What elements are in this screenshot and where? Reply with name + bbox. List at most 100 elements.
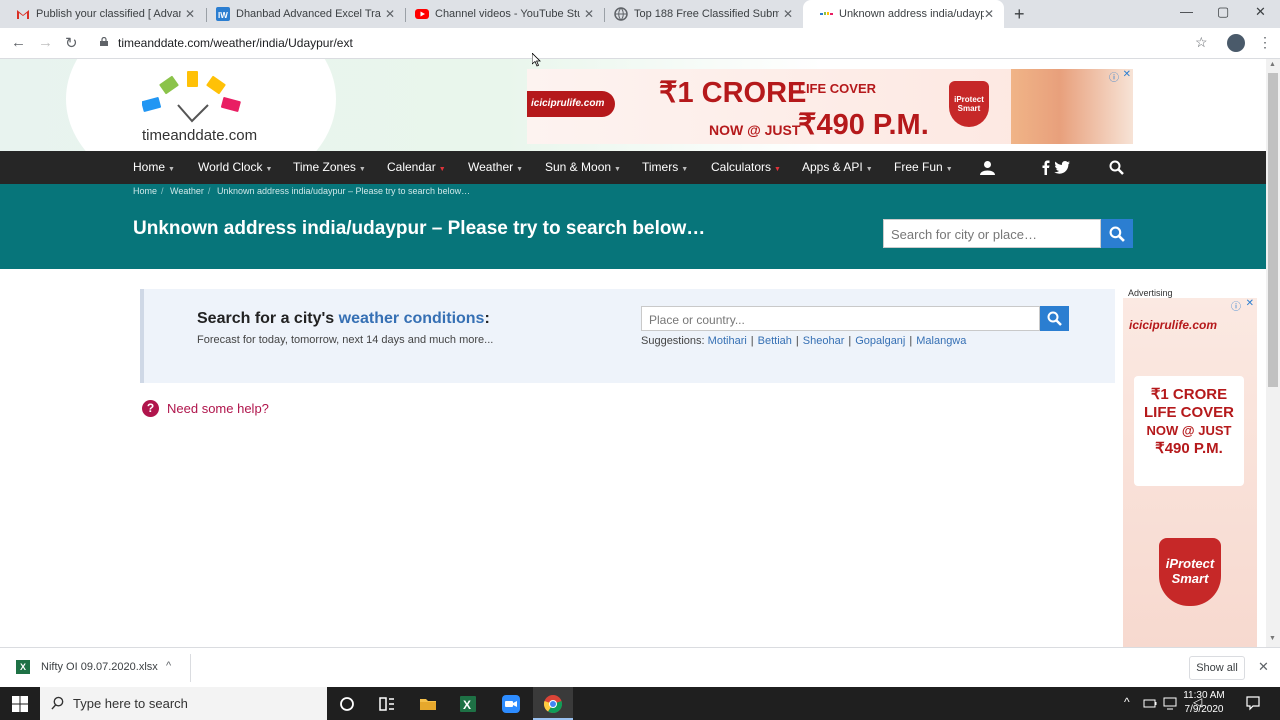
nav-item-world-clock[interactable]: World Clock ▼ [198, 160, 272, 174]
suggestion-link[interactable]: Gopalganj [855, 335, 905, 347]
browser-tab-2[interactable]: IW Dhanbad Advanced Excel Traiing ✕ [200, 0, 405, 28]
taskbar-clock[interactable]: 11:30 AM 7/9/2020 [1180, 689, 1228, 717]
chrome-icon [543, 695, 563, 714]
mouse-cursor-icon [532, 53, 541, 67]
network-icon[interactable] [1163, 696, 1177, 710]
nav-item-calculators[interactable]: Calculators ▼ [711, 160, 781, 174]
logo-text[interactable]: timeanddate.com [142, 127, 257, 144]
battery-icon[interactable] [1143, 696, 1157, 710]
user-account-icon[interactable] [980, 160, 995, 175]
twitter-icon[interactable] [1054, 161, 1070, 174]
help-link[interactable]: ? Need some help? [142, 400, 269, 417]
profile-avatar[interactable] [1227, 34, 1245, 52]
place-search-button[interactable] [1040, 306, 1069, 331]
ad-now-at: NOW @ JUST [709, 122, 801, 138]
ad-brand: iciciprulife.com [1129, 318, 1218, 332]
search-panel-title: Search for a city's weather conditions: [197, 310, 490, 328]
ad-info-icon[interactable]: ⓘ [1109, 69, 1119, 84]
taskbar-search-box[interactable]: Type here to search [40, 687, 327, 720]
city-search-input[interactable]: Search for city or place… [883, 219, 1101, 248]
ad-close-icon[interactable]: ✕ [1246, 298, 1254, 309]
browser-tab-strip: Publish your classified [ Advance ✕ IW D… [0, 0, 1280, 28]
windows-start-icon[interactable] [12, 696, 28, 712]
chevron-down-icon: ▼ [681, 166, 689, 173]
side-banner-ad[interactable]: iciciprulife.com ⓘ ✕ ₹1 CRORE LIFE COVER… [1123, 298, 1257, 647]
lock-icon [100, 37, 108, 46]
zoom-icon[interactable] [501, 694, 521, 714]
file-explorer-icon[interactable] [418, 694, 438, 714]
close-tab-icon[interactable]: ✕ [984, 7, 994, 21]
suggestion-link[interactable]: Malangwa [916, 335, 966, 347]
nav-item-weather[interactable]: Weather ▼ [468, 160, 523, 174]
close-downloads-icon[interactable]: ✕ [1258, 659, 1269, 675]
maximize-icon[interactable]: ▢ [1217, 4, 1229, 20]
facebook-icon[interactable] [1042, 160, 1050, 175]
nav-item-apps-api[interactable]: Apps & API ▼ [802, 160, 873, 174]
ad-headline: ₹1 CRORE [659, 77, 807, 109]
chevron-up-icon[interactable]: ^ [166, 660, 171, 672]
scrollbar-thumb[interactable] [1268, 73, 1278, 387]
address-bar[interactable]: timeanddate.com/weather/india/Udaypur/ex… [118, 36, 353, 50]
nav-item-calendar[interactable]: Calendar ▼ [387, 160, 446, 174]
close-tab-icon[interactable]: ✕ [783, 7, 793, 21]
excel-icon[interactable]: X [458, 694, 478, 714]
scroll-down-icon[interactable]: ▼ [1269, 635, 1276, 642]
nav-item-time-zones[interactable]: Time Zones ▼ [293, 160, 366, 174]
suggestion-link[interactable]: Sheohar [803, 335, 845, 347]
browser-tab-5-active[interactable]: Unknown address india/udaypur ✕ [803, 0, 1004, 28]
new-tab-icon[interactable]: + [1014, 4, 1025, 25]
place-search-input[interactable]: Place or country... [641, 306, 1040, 331]
forward-arrow-icon[interactable]: → [38, 34, 53, 51]
browser-menu-icon[interactable]: ⋮ [1258, 34, 1272, 51]
nav-item-home[interactable]: Home ▼ [133, 160, 175, 174]
suggestion-link[interactable]: Bettiah [758, 335, 792, 347]
gmail-icon [16, 7, 30, 21]
task-view-icon[interactable] [377, 694, 397, 714]
download-item[interactable]: X Nifty OI 09.07.2020.xlsx [16, 660, 158, 674]
reload-icon[interactable]: ↻ [65, 34, 78, 52]
show-all-button[interactable]: Show all [1189, 656, 1245, 680]
cortana-icon[interactable] [337, 694, 357, 714]
ad-price: ₹490 P.M. [798, 109, 929, 141]
minimize-icon[interactable]: — [1180, 4, 1193, 19]
chrome-taskbar-button[interactable] [533, 687, 573, 720]
window-close-icon[interactable]: ✕ [1255, 4, 1266, 20]
weather-conditions-link[interactable]: weather conditions [339, 310, 485, 327]
nav-item-sun-moon[interactable]: Sun & Moon ▼ [545, 160, 621, 174]
bookmark-star-icon[interactable]: ☆ [1195, 34, 1208, 51]
show-hidden-icons[interactable]: ^ [1124, 695, 1130, 709]
nav-label: Time Zones [293, 160, 356, 174]
ad-info-icon[interactable]: ⓘ [1231, 298, 1241, 313]
divider [190, 654, 191, 682]
timeanddate-icon [819, 7, 833, 21]
search-icon[interactable] [1109, 160, 1124, 175]
browser-toolbar: ← → ↻ timeanddate.com/weather/india/Uday… [0, 28, 1280, 59]
back-arrow-icon[interactable]: ← [11, 34, 26, 51]
search-icon [51, 696, 64, 710]
browser-tab-4[interactable]: Top 188 Free Classified Submissi ✕ [598, 0, 803, 28]
nav-item-timers[interactable]: Timers ▼ [642, 160, 688, 174]
breadcrumb-home[interactable]: Home [133, 186, 157, 196]
nav-item-free-fun[interactable]: Free Fun ▼ [894, 160, 953, 174]
ad-brand: iciciprulife.com [527, 91, 615, 117]
page-scrollbar[interactable]: ▲ ▼ [1266, 59, 1280, 647]
ad-life-cover: LIFE COVER [798, 81, 877, 96]
chevron-down-icon: ▼ [774, 166, 781, 173]
notifications-icon[interactable] [1245, 695, 1261, 711]
top-banner-ad[interactable]: iciciprulife.com ₹1 CRORE LIFE COVER NOW… [527, 69, 1133, 144]
scroll-up-icon[interactable]: ▲ [1269, 61, 1276, 68]
close-tab-icon[interactable]: ✕ [385, 7, 395, 21]
chevron-down-icon: ▼ [168, 166, 175, 173]
youtube-icon [415, 7, 429, 21]
suggestion-link[interactable]: Motihari [708, 335, 747, 347]
browser-tab-3[interactable]: Channel videos - YouTube Studio ✕ [399, 0, 604, 28]
timeanddate-logo-icon[interactable] [142, 69, 246, 125]
downloads-bar: X Nifty OI 09.07.2020.xlsx ^ Show all ✕ [0, 647, 1280, 687]
ad-close-icon[interactable]: ✕ [1123, 69, 1131, 80]
breadcrumb-weather[interactable]: Weather [170, 186, 204, 196]
close-tab-icon[interactable]: ✕ [185, 7, 195, 21]
city-search-button[interactable] [1101, 219, 1133, 248]
breadcrumb-current: Unknown address india/udaypur – Please t… [216, 186, 471, 196]
browser-tab-1[interactable]: Publish your classified [ Advance ✕ [0, 0, 205, 28]
close-tab-icon[interactable]: ✕ [584, 7, 594, 21]
